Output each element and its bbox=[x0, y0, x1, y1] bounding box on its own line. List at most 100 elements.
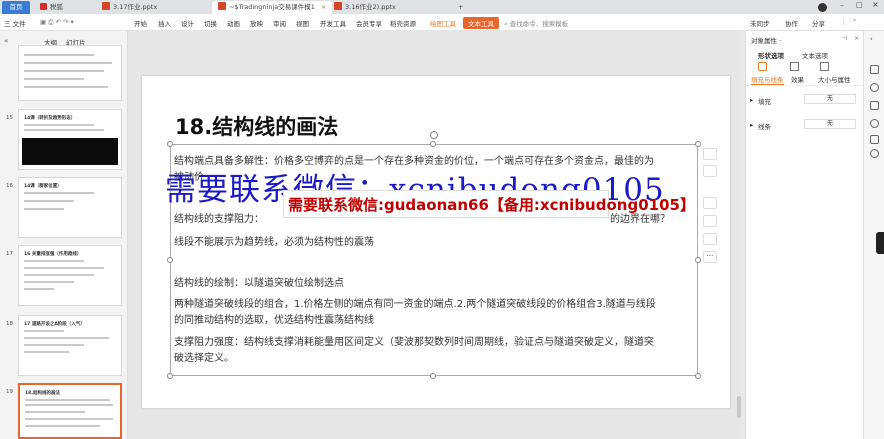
menu-review[interactable]: 审阅 bbox=[273, 18, 286, 28]
line-select[interactable]: 无 bbox=[804, 119, 856, 129]
side-collapse-handle[interactable] bbox=[876, 232, 884, 254]
tab-size-properties[interactable]: 大小与属性 bbox=[818, 74, 851, 84]
slide-number: 15 bbox=[6, 115, 13, 121]
command-search[interactable]: ⌕ 查找命令、搜索模板 bbox=[504, 18, 568, 29]
watermark-box: 需要联系微信:gudaonan66【备用:xcnibudong0105】 bbox=[283, 190, 695, 218]
tab-file-1[interactable]: 3.17作业.pptx bbox=[96, 1, 163, 14]
menu-text-tools[interactable]: 文本工具 bbox=[463, 17, 499, 29]
slide[interactable]: 18.结构线的画法 结构端点具备多解性：价格多空博弈的点是一个存在多种资金的价位… bbox=[142, 76, 730, 408]
minus-icon[interactable] bbox=[703, 148, 717, 160]
slide-thumbnail[interactable]: 14课（转折及趋势形态） bbox=[18, 109, 122, 170]
backup-icon[interactable] bbox=[870, 135, 879, 144]
share-button[interactable]: 分享 bbox=[812, 18, 825, 28]
menu-file[interactable]: 三 文件 bbox=[4, 18, 26, 28]
slide-text-line[interactable]: 支撑阻力强度：结构线支撑消耗能量用区间定义（斐波那契数列时间周期线，验证点与隧道… bbox=[174, 333, 654, 348]
new-tab-button[interactable]: + bbox=[452, 1, 469, 14]
resize-handle[interactable] bbox=[695, 373, 701, 379]
crop-icon[interactable] bbox=[703, 215, 717, 227]
slide-number: 18 bbox=[6, 321, 13, 327]
chevron-up-icon[interactable]: ⌃ bbox=[852, 18, 857, 26]
resize-handle[interactable] bbox=[167, 373, 173, 379]
effects-icon[interactable] bbox=[790, 62, 799, 71]
quick-access-icons[interactable]: ▣ ⎙ ↶ ↷ ▾ bbox=[40, 18, 74, 27]
slide-thumbnail[interactable] bbox=[18, 45, 122, 101]
tab-file-3[interactable]: 3.16作业2).pptx bbox=[328, 1, 402, 14]
tab-fill-line[interactable]: 填充与线条 bbox=[751, 74, 784, 85]
slide-thumbnail[interactable]: 17 道路开设之A阶段（入气） bbox=[18, 315, 122, 376]
menu-insert[interactable]: 插入 bbox=[158, 18, 171, 28]
bulb-icon[interactable] bbox=[703, 233, 717, 245]
resize-handle[interactable] bbox=[167, 141, 173, 147]
crop-icon[interactable] bbox=[870, 101, 879, 110]
tab-effects[interactable]: 效果 bbox=[791, 74, 804, 84]
menu-devtools[interactable]: 开发工具 bbox=[320, 18, 346, 28]
slide-text-line[interactable]: 结构线的绘制：以隧道突破位绘制选点 bbox=[174, 274, 344, 289]
tab-wps[interactable]: 税狐 bbox=[34, 1, 69, 14]
maximize-icon[interactable]: □ bbox=[856, 1, 863, 9]
more-icon[interactable]: ⋮ bbox=[840, 18, 847, 26]
watermark-box-text: 需要联系微信:gudaonan66【备用:xcnibudong0105】 bbox=[288, 196, 695, 214]
pin-icon[interactable]: ⊣ bbox=[842, 34, 848, 42]
canvas-scrollbar[interactable] bbox=[737, 396, 741, 418]
tab-shape-options[interactable]: 形状选项 bbox=[758, 50, 784, 60]
resize-handle[interactable] bbox=[430, 373, 436, 379]
slide-text-line[interactable]: 结构线的支撑阻力： bbox=[174, 210, 264, 225]
chevron-left-icon[interactable]: ‹ bbox=[870, 35, 873, 43]
menu-resources[interactable]: 稻壳资源 bbox=[390, 18, 416, 28]
resize-handle[interactable] bbox=[167, 257, 173, 263]
animation-icon[interactable] bbox=[870, 83, 879, 92]
properties-icon[interactable] bbox=[870, 65, 879, 74]
thumb-title: 16 关重排涨强（作用趋线） bbox=[24, 252, 82, 257]
thumb-title: 18.结构线的画法 bbox=[25, 391, 60, 396]
slide-thumbnail-panel: « 大纲 幻灯片 15 14课（转折及趋势形态） 16 14课（群家位置） 17… bbox=[0, 31, 128, 439]
slide-text-line[interactable]: 两种隧道突破线段的组合，1.价格左侧的端点有同一资金的端点.2.两个隧道突破线段… bbox=[174, 295, 656, 310]
slide-title[interactable]: 18.结构线的画法 bbox=[175, 111, 338, 141]
more-options-icon[interactable]: ··· bbox=[703, 251, 717, 263]
menu-slideshow[interactable]: 放映 bbox=[250, 18, 263, 28]
help-icon[interactable] bbox=[870, 119, 879, 128]
shape-icon[interactable] bbox=[703, 197, 717, 209]
resize-handle[interactable] bbox=[430, 141, 436, 147]
chart-image bbox=[22, 138, 118, 165]
rotate-handle[interactable] bbox=[430, 131, 438, 139]
fill-select[interactable]: 无 bbox=[804, 94, 856, 104]
slide-number: 17 bbox=[6, 251, 13, 257]
chevron-right-icon: ▸ bbox=[750, 96, 754, 104]
menu-view[interactable]: 视图 bbox=[296, 18, 309, 28]
menu-member[interactable]: 会员专享 bbox=[356, 18, 382, 28]
slide-thumbnail-selected[interactable]: 18.结构线的画法 bbox=[18, 383, 122, 439]
avatar[interactable] bbox=[818, 3, 827, 12]
menu-start[interactable]: 开始 bbox=[134, 18, 147, 28]
ppt-icon bbox=[102, 2, 110, 10]
slide-text-line[interactable]: 线段不能展示为趋势线，必须为结构性的震荡 bbox=[174, 233, 374, 248]
menu-transition[interactable]: 切换 bbox=[204, 18, 217, 28]
layers-icon[interactable] bbox=[703, 165, 717, 177]
close-window-icon[interactable]: × bbox=[872, 0, 879, 9]
fill-line-icon[interactable] bbox=[758, 62, 767, 71]
resize-handle[interactable] bbox=[695, 257, 701, 263]
title-tab-bar: 首页 税狐 3.17作业.pptx ~$Tradingninja交易课件模1 × … bbox=[0, 0, 884, 14]
menu-animation[interactable]: 动画 bbox=[227, 18, 240, 28]
tab-text-options[interactable]: 文本选项 bbox=[802, 50, 828, 60]
slide-text-line[interactable]: 的同推动结构的选取，优选结构性震荡结构线 bbox=[174, 311, 374, 326]
sync-status[interactable]: 未同步 bbox=[750, 18, 770, 28]
collapse-panel-icon[interactable]: « bbox=[4, 37, 8, 45]
panel-title: 对象属性 · bbox=[751, 37, 782, 45]
location-icon[interactable] bbox=[870, 149, 879, 158]
size-icon[interactable] bbox=[820, 62, 829, 71]
tab-home[interactable]: 首页 bbox=[2, 1, 30, 14]
line-label: 线条 bbox=[758, 123, 771, 131]
slide-thumbnail[interactable]: 16 关重排涨强（作用趋线） bbox=[18, 245, 122, 306]
fill-label: 填充 bbox=[758, 98, 771, 106]
minimize-icon[interactable]: – bbox=[840, 1, 844, 10]
slide-thumbnail[interactable]: 14课（群家位置） bbox=[18, 177, 122, 238]
slide-text-line[interactable]: 破选择定义。 bbox=[174, 349, 234, 364]
resize-handle[interactable] bbox=[695, 141, 701, 147]
close-tab-icon[interactable]: × bbox=[321, 3, 326, 11]
thumb-title: 17 道路开设之A阶段（入气） bbox=[24, 322, 85, 327]
menu-draw-tools[interactable]: 绘图工具 bbox=[430, 18, 456, 28]
menu-design[interactable]: 设计 bbox=[181, 18, 194, 28]
close-panel-icon[interactable]: × bbox=[854, 34, 859, 42]
tab-file-2[interactable]: ~$Tradingninja交易课件模1 × bbox=[212, 1, 333, 14]
collab-button[interactable]: 协作 bbox=[785, 18, 798, 28]
